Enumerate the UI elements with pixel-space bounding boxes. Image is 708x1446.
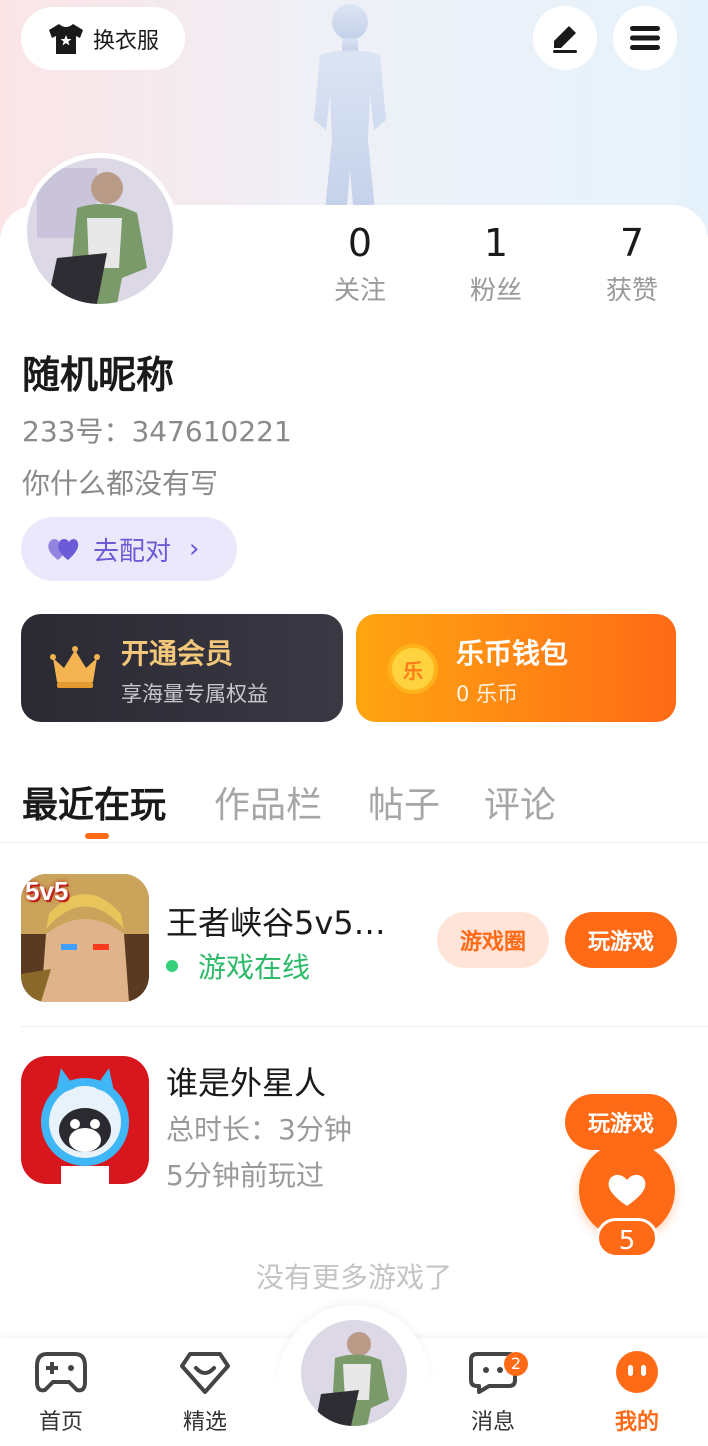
stat-following-label: 关注 — [333, 276, 386, 306]
wallet-title: 乐币钱包 — [456, 637, 569, 670]
game-title[interactable]: 王者峡谷5v5… — [166, 898, 386, 944]
stat-followers[interactable]: 1 粉丝 — [436, 220, 556, 307]
no-more-games-note: 没有更多游戏了 — [255, 1261, 452, 1294]
game-icon-honor[interactable]: 5v5 — [21, 874, 149, 1002]
profile-tabs: 最近在玩 作品栏 帖子 评论 — [0, 770, 708, 843]
heart-shield-icon — [180, 1352, 230, 1394]
user-id: 233号：347610221 — [22, 415, 292, 448]
stat-likes-value: 7 — [619, 221, 645, 265]
like-count-badge: 5 — [596, 1218, 658, 1258]
avatar[interactable] — [22, 153, 178, 309]
online-status-label: 游戏在线 — [198, 951, 311, 984]
hearts-icon — [48, 539, 79, 560]
tab-recent-games[interactable]: 最近在玩 — [22, 776, 166, 828]
menu-icon — [630, 26, 660, 50]
message-count-badge: 2 — [504, 1352, 528, 1376]
wallet-balance: 0 乐币 — [456, 682, 519, 706]
nav-home[interactable]: 首页 — [16, 1350, 106, 1436]
coin-icon: 乐 — [388, 644, 438, 694]
smile-icon — [616, 1351, 658, 1393]
game-title[interactable]: 谁是外星人 — [166, 1058, 326, 1104]
nav-featured-label: 精选 — [182, 1410, 227, 1435]
online-dot-icon — [166, 960, 178, 972]
stat-followers-value: 1 — [483, 221, 509, 265]
stat-followers-label: 粉丝 — [469, 276, 522, 306]
list-divider — [21, 1026, 708, 1027]
coin-glyph: 乐 — [403, 658, 423, 683]
vip-card[interactable]: 开通会员 享海量专属权益 — [21, 614, 343, 722]
nav-messages-label: 消息 — [470, 1410, 515, 1435]
vip-subtitle: 享海量专属权益 — [121, 682, 268, 706]
stat-following[interactable]: 0 关注 — [300, 220, 420, 307]
match-button[interactable]: 去配对 › — [21, 517, 237, 581]
bio: 你什么都没有写 — [22, 467, 219, 500]
nickname: 随机昵称 — [22, 353, 175, 397]
game-icon-alien[interactable] — [21, 1056, 149, 1184]
stat-likes[interactable]: 7 获赞 — [572, 220, 692, 307]
tab-posts[interactable]: 帖子 — [368, 776, 440, 828]
match-label: 去配对 — [93, 536, 172, 567]
game-play-duration: 总时长：3分钟 — [166, 1113, 352, 1146]
stat-likes-label: 获赞 — [605, 276, 658, 306]
edit-profile-button[interactable] — [533, 6, 597, 70]
wallet-card[interactable]: 乐 乐币钱包 0 乐币 — [356, 614, 676, 722]
play-game-button[interactable]: 玩游戏 — [565, 912, 677, 968]
edit-icon — [553, 26, 577, 53]
shirt-icon — [48, 23, 83, 54]
avatar-figure-image — [314, 4, 386, 240]
nav-mine[interactable]: 我的 — [592, 1350, 682, 1436]
tab-active-indicator — [85, 833, 109, 839]
nav-mine-label: 我的 — [614, 1410, 659, 1435]
nav-featured[interactable]: 精选 — [160, 1350, 250, 1436]
stat-following-value: 0 — [347, 221, 373, 265]
change-outfit-label: 换衣服 — [92, 28, 159, 54]
game-icon-badge: 5v5 — [25, 876, 69, 906]
crown-icon — [50, 646, 100, 688]
tab-works[interactable]: 作品栏 — [214, 776, 322, 828]
nav-avatar[interactable] — [301, 1320, 407, 1426]
tab-comments[interactable]: 评论 — [484, 776, 556, 828]
heart-icon — [608, 1174, 646, 1206]
menu-button[interactable] — [613, 6, 677, 70]
online-status: 游戏在线 — [166, 946, 310, 986]
gamepad-icon — [35, 1352, 87, 1393]
chevron-right-icon: › — [189, 534, 200, 564]
game-circle-button[interactable]: 游戏圈 — [437, 912, 549, 968]
change-outfit-button[interactable]: 换衣服 — [21, 7, 185, 70]
nav-home-label: 首页 — [38, 1410, 83, 1435]
vip-title: 开通会员 — [121, 637, 234, 670]
game-last-played: 5分钟前玩过 — [166, 1159, 324, 1192]
